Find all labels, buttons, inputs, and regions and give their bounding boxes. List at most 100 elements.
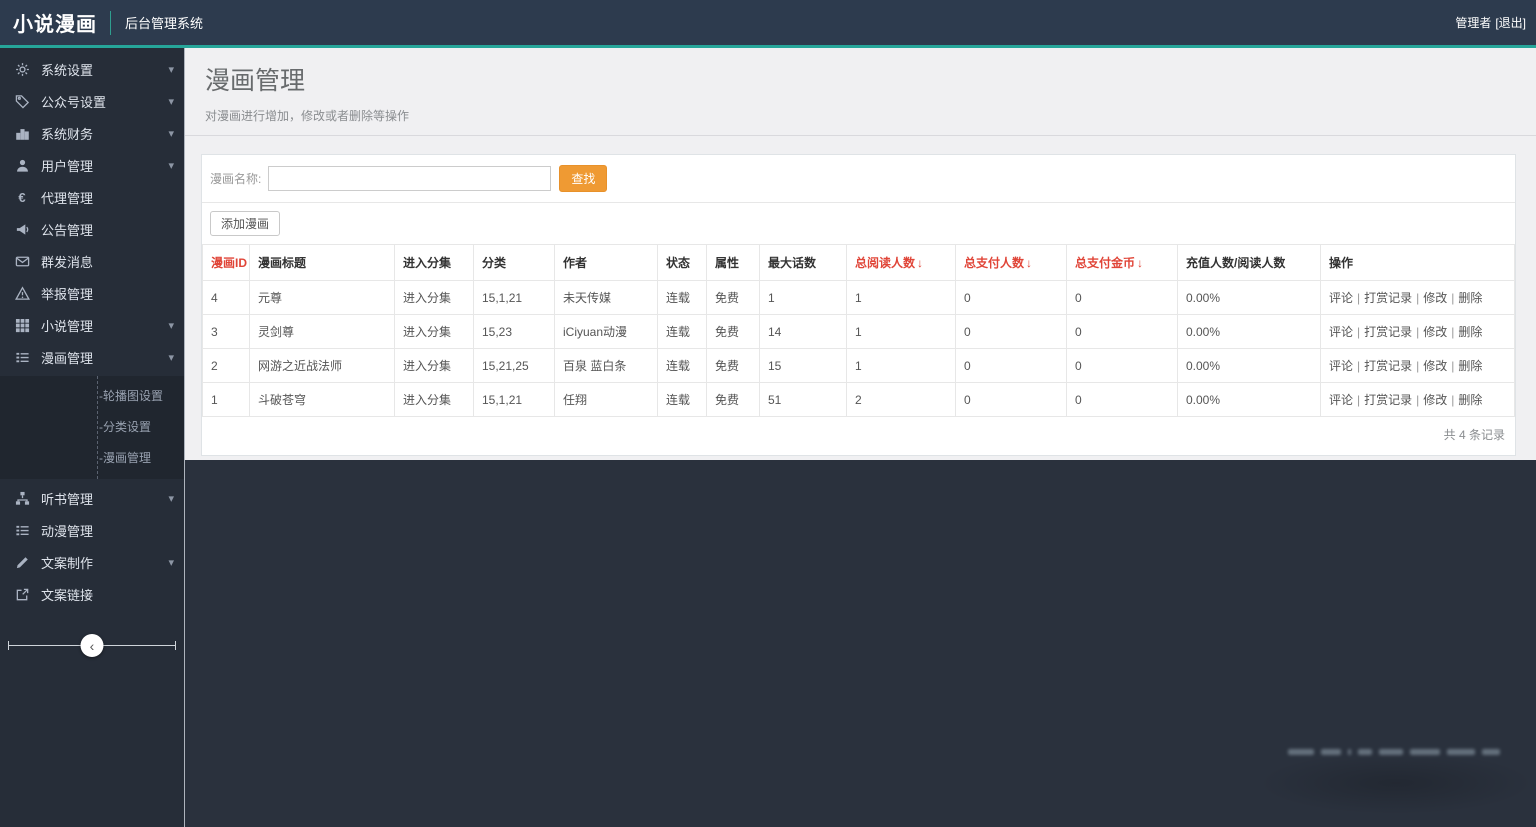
action-comment-link[interactable]: 评论 [1329, 359, 1353, 373]
sidebar-item-label: 系统设置 [41, 60, 93, 79]
watermark-blob [1348, 749, 1351, 755]
sidebar-item-announcement-management[interactable]: 公告管理 [0, 213, 184, 245]
list-icon [14, 349, 30, 365]
cell-author: iCiyuan动漫 [555, 315, 658, 349]
cell-recharge-read-ratio: 0.00% [1178, 281, 1321, 315]
action-reward-log-link[interactable]: 打赏记录 [1364, 291, 1412, 305]
cell-episodes: 进入分集 [395, 315, 474, 349]
system-title: 后台管理系统 [125, 13, 203, 32]
watermark-blob [1358, 749, 1372, 755]
cell-attribute: 免费 [707, 281, 760, 315]
action-delete-link[interactable]: 删除 [1458, 359, 1482, 373]
sidebar-collapse-handle[interactable]: ‹ [81, 634, 104, 657]
cell-comic-id: 1 [203, 383, 250, 417]
action-reward-log-link[interactable]: 打赏记录 [1364, 359, 1412, 373]
action-separator: | [1451, 325, 1454, 339]
cell-comic-id: 2 [203, 349, 250, 383]
sidebar-item-comic-management[interactable]: 漫画管理▾ [0, 341, 184, 373]
sidebar-item-label: 漫画管理 [41, 348, 93, 367]
sidebar-item-label: 动漫管理 [41, 521, 93, 540]
action-reward-log-link[interactable]: 打赏记录 [1364, 393, 1412, 407]
cell-author: 百泉 蓝白条 [555, 349, 658, 383]
sidebar-item-label: 小说管理 [41, 316, 93, 335]
content-light-zone: 漫画管理 对漫画进行增加，修改或者删除等操作 漫画名称: 查找 添加漫画 漫画I… [185, 48, 1536, 460]
watermark-blob [1321, 749, 1341, 755]
sidebar-collapse-zone: ‹ [0, 624, 184, 668]
action-edit-link[interactable]: 修改 [1423, 393, 1447, 407]
chevron-down-icon: ▾ [168, 95, 174, 108]
cell-status: 连载 [658, 315, 707, 349]
column-header-total-payers[interactable]: 总支付人数↓ [956, 245, 1067, 281]
action-delete-link[interactable]: 删除 [1458, 291, 1482, 305]
action-delete-link[interactable]: 删除 [1458, 325, 1482, 339]
chevron-down-icon: ▾ [168, 319, 174, 332]
comic-name-input[interactable] [268, 166, 551, 191]
watermark-shadow [1256, 751, 1536, 815]
chevron-down-icon: ▾ [168, 556, 174, 569]
page-subtitle: 对漫画进行增加，修改或者删除等操作 [205, 107, 1516, 124]
sidebar-item-agent-management[interactable]: €代理管理 [0, 181, 184, 213]
cell-total-coins: 0 [1067, 383, 1178, 417]
sidebar-item-label: 代理管理 [41, 188, 93, 207]
chevron-down-icon: ▾ [168, 492, 174, 505]
logout-link[interactable]: [退出] [1495, 14, 1526, 31]
add-comic-button[interactable]: 添加漫画 [210, 211, 280, 236]
sidebar-item-mass-message[interactable]: 群发消息 [0, 245, 184, 277]
cell-total-payers: 0 [956, 315, 1067, 349]
episodes-link[interactable]: 进入分集 [403, 393, 451, 407]
sidebar-item-copywriting-production[interactable]: 文案制作▾ [0, 546, 184, 578]
sidebar-item-label: 用户管理 [41, 156, 93, 175]
sidebar-item-copywriting-link[interactable]: 文案链接 [0, 578, 184, 610]
sidebar-item-system-settings[interactable]: 系统设置 ▾ [0, 53, 184, 85]
cell-total-readers: 2 [847, 383, 956, 417]
column-header-total-readers[interactable]: 总阅读人数↓ [847, 245, 956, 281]
cell-status: 连载 [658, 383, 707, 417]
cell-attribute: 免费 [707, 315, 760, 349]
watermark-blob [1288, 749, 1314, 755]
cell-attribute: 免费 [707, 349, 760, 383]
sidebar-subitem[interactable]: -分类设置 [0, 412, 184, 443]
chevron-down-icon: ▾ [168, 63, 174, 76]
gear-icon [14, 61, 30, 77]
action-separator: | [1416, 359, 1419, 373]
comic-table: 漫画ID↓漫画标题进入分集分类作者状态属性最大话数总阅读人数↓总支付人数↓总支付… [202, 244, 1515, 417]
episodes-link[interactable]: 进入分集 [403, 359, 451, 373]
episodes-link[interactable]: 进入分集 [403, 325, 451, 339]
episodes-link[interactable]: 进入分集 [403, 291, 451, 305]
sidebar-item-audiobook-management[interactable]: 听书管理▾ [0, 482, 184, 514]
sitemap-icon [14, 490, 30, 506]
action-edit-link[interactable]: 修改 [1423, 325, 1447, 339]
sort-desc-icon: ↓ [917, 256, 923, 270]
cell-max-episodes: 14 [760, 315, 847, 349]
app-logo: 小说漫画 [0, 8, 110, 37]
chevron-left-icon: ‹ [90, 639, 95, 653]
action-comment-link[interactable]: 评论 [1329, 291, 1353, 305]
sort-desc-icon: ↓ [1137, 256, 1143, 270]
sidebar-subitem[interactable]: -漫画管理 [0, 443, 184, 474]
column-header-total-coins[interactable]: 总支付金币↓ [1067, 245, 1178, 281]
sidebar-subitem[interactable]: -轮播图设置 [0, 381, 184, 412]
action-comment-link[interactable]: 评论 [1329, 325, 1353, 339]
sidebar-item-system-finance[interactable]: 系统财务▾ [0, 117, 184, 149]
list-icon [14, 522, 30, 538]
action-edit-link[interactable]: 修改 [1423, 291, 1447, 305]
column-header-author: 作者 [555, 245, 658, 281]
action-delete-link[interactable]: 删除 [1458, 393, 1482, 407]
table-row: 1斗破苍穹进入分集15,1,21任翔连载免费512000.00%评论|打赏记录|… [203, 383, 1515, 417]
sidebar-item-official-account-settings[interactable]: 公众号设置▾ [0, 85, 184, 117]
action-comment-link[interactable]: 评论 [1329, 393, 1353, 407]
search-button[interactable]: 查找 [559, 165, 607, 192]
sidebar-item-user-management[interactable]: 用户管理▾ [0, 149, 184, 181]
navbar-user-area: 管理者 [退出] [1455, 14, 1536, 31]
cell-category: 15,21,25 [474, 349, 555, 383]
chevron-down-icon: ▾ [168, 127, 174, 140]
sidebar-item-report-management[interactable]: 举报管理 [0, 277, 184, 309]
sidebar-item-anime-management[interactable]: 动漫管理 [0, 514, 184, 546]
column-header-comic-id[interactable]: 漫画ID↓ [203, 245, 250, 281]
action-reward-log-link[interactable]: 打赏记录 [1364, 325, 1412, 339]
cell-actions: 评论|打赏记录|修改|删除 [1321, 281, 1515, 315]
action-edit-link[interactable]: 修改 [1423, 359, 1447, 373]
sidebar-item-novel-management[interactable]: 小说管理 ▾ [0, 309, 184, 341]
cell-category: 15,1,21 [474, 383, 555, 417]
cell-status: 连载 [658, 281, 707, 315]
